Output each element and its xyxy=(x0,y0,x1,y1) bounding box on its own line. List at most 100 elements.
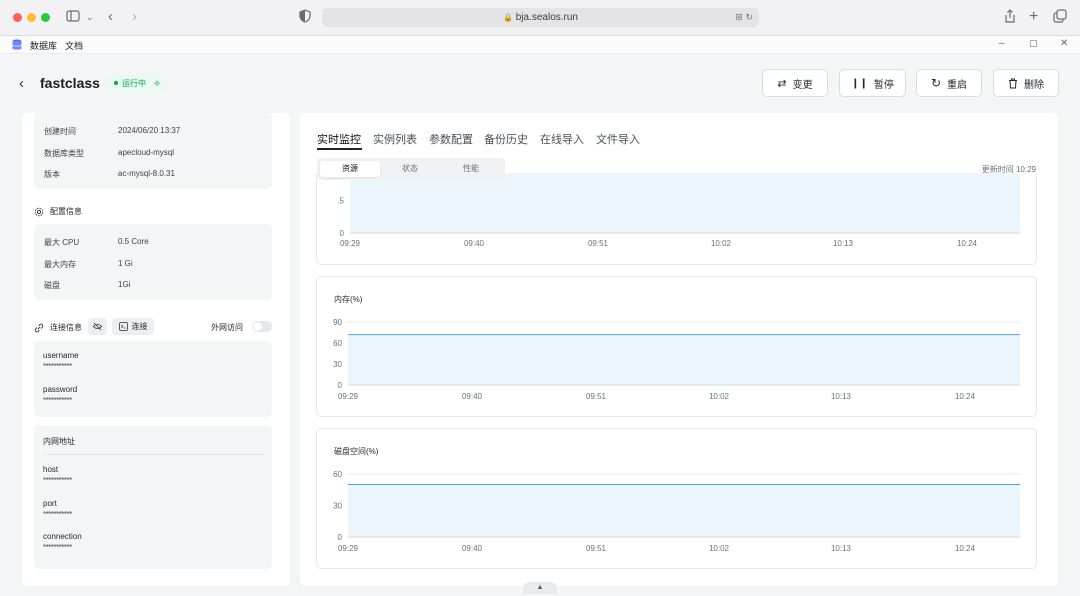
max-cpu-label: 最大 CPU xyxy=(44,238,80,247)
x-tick-label: 10:02 xyxy=(709,544,730,553)
restart-icon: ↻ xyxy=(930,76,942,90)
tab-file-import[interactable]: 文件导入 xyxy=(596,131,640,147)
x-tick-label: 09:29 xyxy=(338,544,359,553)
translate-reload-icons[interactable]: ⊞ ↻ xyxy=(735,8,753,27)
segment-status[interactable]: 状态 xyxy=(380,161,440,177)
page-title: fastclass xyxy=(40,75,100,91)
max-cpu-value: 0.5 Core xyxy=(118,237,149,246)
back-icon[interactable]: ‹ xyxy=(19,75,24,92)
x-tick-label: 09:40 xyxy=(464,239,485,248)
active-tab-indicator xyxy=(317,148,362,150)
internal-address-title: 内网地址 xyxy=(43,437,75,446)
share-icon[interactable] xyxy=(1004,9,1016,25)
terminal-icon xyxy=(118,322,128,331)
tab-instance-list[interactable]: 实例列表 xyxy=(373,131,417,147)
version-label: 版本 xyxy=(44,170,60,179)
max-memory-label: 最大内存 xyxy=(44,260,76,269)
tab-online-import[interactable]: 在线导入 xyxy=(540,131,584,147)
minimize-window-button[interactable] xyxy=(27,13,36,22)
connection-string-label: connection xyxy=(43,532,82,541)
y-tick-label: 60 xyxy=(333,339,342,348)
close-icon[interactable]: ✕ xyxy=(1060,38,1068,49)
x-tick-label: 10:13 xyxy=(831,392,852,401)
y-tick-label: 0 xyxy=(340,229,345,238)
zoom-window-button[interactable] xyxy=(41,13,50,22)
detail-panel: 创建时间 2024/06/20 13:37 数据库类型 apecloud-mys… xyxy=(22,113,290,586)
close-window-button[interactable] xyxy=(13,13,22,22)
x-tick-label: 10:24 xyxy=(957,239,978,248)
restart-label: 重启 xyxy=(947,79,968,91)
pause-icon: ❙❙ xyxy=(851,77,868,89)
connection-title-text: 连接信息 xyxy=(50,323,82,332)
x-tick-label: 10:02 xyxy=(709,392,730,401)
created-time-label: 创建时间 xyxy=(44,127,76,136)
status-dot-icon xyxy=(114,81,118,85)
delete-label: 删除 xyxy=(1024,79,1044,91)
port-label: port xyxy=(43,499,57,508)
x-tick-label: 10:02 xyxy=(711,239,732,248)
x-tick-label: 09:29 xyxy=(338,392,359,401)
database-icon xyxy=(12,39,22,50)
forward-nav-icon[interactable]: › xyxy=(132,9,137,25)
monitor-panel: 实时监控 实例列表 参数配置 备份历史 在线导入 文件导入 0.5 09:29 09… xyxy=(300,113,1058,586)
segment-resources[interactable]: 资源 xyxy=(320,161,380,177)
privacy-shield-icon[interactable] xyxy=(299,9,311,25)
tab-backup-history[interactable]: 备份历史 xyxy=(484,131,528,147)
updated-time: 更新时间 10:29 xyxy=(981,165,1036,174)
x-tick-label: 09:40 xyxy=(462,544,483,553)
connection-section-title: 连接信息 xyxy=(34,322,82,333)
connect-button[interactable]: 连接 xyxy=(112,318,154,335)
app-tab-docs[interactable]: 文档 xyxy=(65,39,83,52)
delete-button[interactable]: 删除 xyxy=(993,69,1059,97)
tab-realtime-monitor[interactable]: 实时监控 xyxy=(317,131,361,147)
toggle-visibility-button[interactable] xyxy=(88,318,107,335)
config-section-title: 配置信息 xyxy=(34,206,82,217)
sidebar-toggle-icon[interactable] xyxy=(66,9,80,25)
y-tick-label: 0 xyxy=(338,381,343,390)
y-tick-label: 60 xyxy=(333,470,342,479)
host-value[interactable]: *********** xyxy=(43,476,72,485)
port-value[interactable]: *********** xyxy=(43,510,72,519)
app-title-bar: 数据库 文档 – ▢ ✕ xyxy=(0,36,1080,54)
external-access-label: 外网访问 xyxy=(211,323,243,332)
disk-label: 磁盘 xyxy=(44,281,60,290)
x-tick-label: 09:51 xyxy=(586,392,607,401)
version-value: ac-mysql-8.0.31 xyxy=(118,169,175,178)
pause-button[interactable]: ❙❙ 暂停 xyxy=(839,69,906,97)
tab-overview-icon[interactable] xyxy=(1053,9,1067,25)
password-value[interactable]: *********** xyxy=(43,396,72,405)
tab-parameters[interactable]: 参数配置 xyxy=(429,131,473,147)
config-title-text: 配置信息 xyxy=(50,207,82,216)
config-box: 最大 CPU 0.5 Core 最大内存 1 Gi 磁盘 1Gi xyxy=(34,224,272,300)
minimize-icon[interactable]: – xyxy=(999,38,1005,49)
url-text: bja.sealos.run xyxy=(515,12,578,23)
y-tick-label: 90 xyxy=(333,318,342,327)
username-value[interactable]: *********** xyxy=(43,362,72,371)
x-tick-label: 10:24 xyxy=(955,544,976,553)
gear-icon xyxy=(34,207,44,216)
app-tab-database[interactable]: 数据库 xyxy=(30,39,57,52)
segment-performance[interactable]: 性能 xyxy=(441,161,501,177)
main-area: ‹ fastclass 运行中 ⟡ ⇄ 变更 ❙❙ 暂停 ↻ 重启 删除 创建时… xyxy=(0,54,1080,596)
overview-box: 创建时间 2024/06/20 13:37 数据库类型 apecloud-mys… xyxy=(34,113,272,189)
back-nav-icon[interactable]: ‹ xyxy=(108,9,113,25)
chevron-down-icon[interactable]: ⌄ xyxy=(86,9,94,25)
connection-string-value[interactable]: *********** xyxy=(43,543,72,552)
swap-icon: ⇄ xyxy=(777,77,787,90)
external-access-toggle[interactable] xyxy=(252,321,272,332)
collapse-handle[interactable]: ▲ xyxy=(523,582,557,594)
address-bar[interactable]: 🔒 bja.sealos.run ⊞ ↻ xyxy=(322,8,759,27)
new-tab-icon[interactable]: + xyxy=(1029,9,1038,25)
y-tick-label: 30 xyxy=(333,360,342,369)
status-text: 运行中 xyxy=(122,78,146,88)
disk-value: 1Gi xyxy=(118,280,131,289)
lock-icon: 🔒 xyxy=(502,13,513,22)
disk-chart-card: 磁盘空间(%) 0 30 60 09:29 09:40 09:51 10:02 10:13 10… xyxy=(316,428,1037,569)
restart-button[interactable]: ↻ 重启 xyxy=(916,69,982,97)
change-button[interactable]: ⇄ 变更 xyxy=(762,69,828,97)
series-area xyxy=(348,334,1020,385)
username-label: username xyxy=(43,351,79,360)
maximize-icon[interactable]: ▢ xyxy=(1029,38,1038,49)
change-label: 变更 xyxy=(792,79,813,91)
trash-icon xyxy=(1009,78,1017,88)
